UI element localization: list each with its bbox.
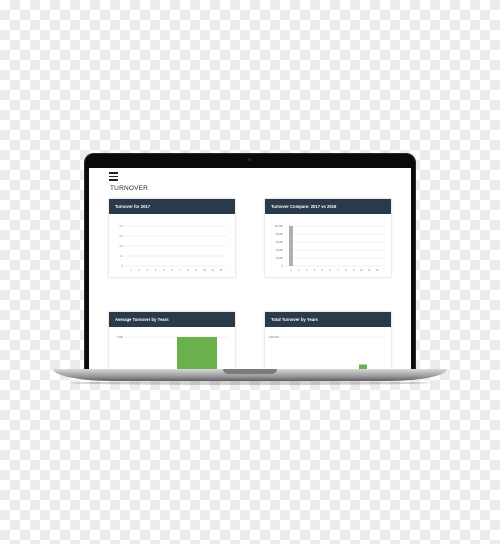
laptop-base bbox=[53, 369, 447, 381]
x-tick-label: 10 bbox=[203, 269, 206, 272]
hamburger-menu-icon[interactable] bbox=[109, 172, 118, 181]
x-tick-label: 11 bbox=[211, 269, 214, 272]
bar bbox=[177, 337, 217, 371]
x-tick-label: 12 bbox=[219, 269, 222, 272]
y-tick-label: 0.4 bbox=[120, 225, 124, 228]
y-tick-label: 0 bbox=[282, 265, 284, 268]
laptop-mockup: TURNOVER Turnover for 2017 0.4 0.3 0.2 0.1 0… bbox=[0, 0, 500, 544]
camera-icon bbox=[248, 158, 251, 161]
chart-total-turnover: 4,000,0003,000,000 bbox=[268, 336, 383, 371]
bar bbox=[289, 226, 293, 266]
x-tick-label: 9 bbox=[196, 269, 198, 272]
laptop-screen: TURNOVER Turnover for 2017 0.4 0.3 0.2 0.1 0… bbox=[89, 168, 411, 371]
x-tick-label: 7 bbox=[179, 269, 181, 272]
y-tick-label: 0.3 bbox=[120, 235, 124, 238]
x-tick-label: 2 bbox=[298, 269, 300, 272]
x-tick-label: 3 bbox=[147, 269, 149, 272]
x-tick-label: 7 bbox=[337, 269, 339, 272]
y-tick-label: 60,000 bbox=[276, 241, 284, 244]
y-tick-label: 40,000 bbox=[276, 249, 284, 252]
card-average-turnover: Average Turnover by Years 4,0003,000 bbox=[109, 312, 235, 371]
y-tick-label: 0.2 bbox=[120, 245, 124, 248]
x-tick-label: 3 bbox=[306, 269, 308, 272]
card-total-turnover: Total Turnover by Years 4,000,0003,000,0… bbox=[265, 312, 391, 371]
chart-turnover-compare: 100,00080,00060,00040,00020,00001 2 3 4 5 6 7 8… bbox=[274, 225, 383, 272]
card-title: Turnover for 2017 bbox=[109, 199, 235, 214]
x-tick-label: 12 bbox=[376, 269, 379, 272]
card-turnover-2017: Turnover for 2017 0.4 0.3 0.2 0.1 0 1 2 3 4 5 6 7 8 9… bbox=[109, 199, 235, 277]
card-title: Total Turnover by Years bbox=[265, 312, 391, 327]
laptop-notch bbox=[223, 369, 277, 374]
x-tick-label: 5 bbox=[322, 269, 324, 272]
y-tick-label: 4,000,000 bbox=[268, 336, 279, 339]
chart-average-turnover: 4,0003,000 bbox=[117, 336, 227, 371]
x-tick-label: 11 bbox=[368, 269, 371, 272]
x-tick-label: 1 bbox=[130, 269, 132, 272]
card-turnover-compare: Turnover Compare: 2017 vs 2016 100,000 80… bbox=[265, 199, 391, 277]
y-tick-label: 0 bbox=[122, 265, 124, 268]
page-title: TURNOVER bbox=[110, 185, 149, 192]
x-tick-label: 4 bbox=[155, 269, 157, 272]
card-title: Average Turnover by Years bbox=[109, 312, 235, 327]
laptop-lid: TURNOVER Turnover for 2017 0.4 0.3 0.2 0.1 0… bbox=[84, 153, 416, 371]
y-tick-label: 0.1 bbox=[120, 255, 124, 258]
x-tick-label: 6 bbox=[171, 269, 173, 272]
x-tick-label: 2 bbox=[138, 269, 140, 272]
x-tick-label: 4 bbox=[314, 269, 316, 272]
x-tick-label: 6 bbox=[329, 269, 331, 272]
y-tick-label: 20,000 bbox=[276, 257, 284, 260]
x-tick-label: 10 bbox=[360, 269, 363, 272]
y-tick-label: 80,000 bbox=[276, 233, 284, 236]
y-tick-label: 100,000 bbox=[274, 225, 283, 228]
x-tick-label: 5 bbox=[163, 269, 165, 272]
x-tick-label: 1 bbox=[290, 269, 292, 272]
chart-turnover-2017: 0.40.30.20.101 2 3 4 5 6 7 8 9 10 11 12 bbox=[120, 225, 227, 272]
y-tick-label: 4,000 bbox=[117, 336, 124, 339]
x-tick-label: 8 bbox=[187, 269, 189, 272]
laptop-shadow bbox=[70, 381, 430, 385]
x-tick-label: 8 bbox=[345, 269, 347, 272]
card-title: Turnover Compare: 2017 vs 2016 bbox=[265, 199, 391, 214]
x-tick-label: 9 bbox=[353, 269, 355, 272]
